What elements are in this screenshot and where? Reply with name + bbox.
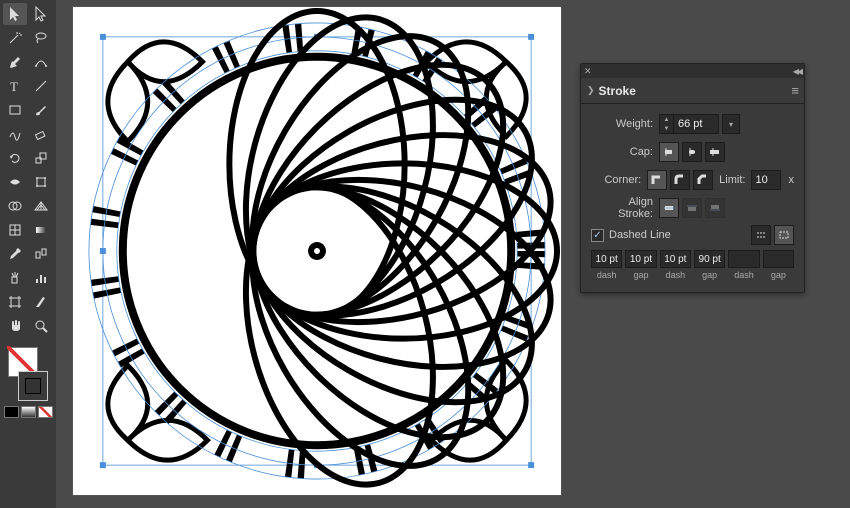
dashed-line-label: Dashed Line [609,229,671,241]
color-mode[interactable] [4,406,19,418]
free-transform-tool[interactable] [29,171,53,193]
gradient-mode[interactable] [21,406,36,418]
symbol-sprayer-tool[interactable] [3,267,27,289]
selection-tool[interactable] [3,3,27,25]
tools-panel: T [0,0,56,508]
weight-stepper[interactable]: ▲▼ 66 pt [659,114,719,134]
zoom-tool[interactable] [29,315,53,337]
shape-builder-tool[interactable] [3,195,27,217]
dash-2-input[interactable]: 10 pt [660,250,691,268]
column-graph-tool[interactable] [29,267,53,289]
mesh-tool[interactable] [3,219,27,241]
panel-title: Stroke [599,84,636,98]
weight-dropdown[interactable]: ▾ [722,114,740,134]
cap-projecting-button[interactable] [705,142,725,162]
panel-menu-icon[interactable]: ≡ [791,83,798,98]
stroke-panel: ✕ ◀◀ ❯ Stroke ≡ Weight: ▲▼ 66 pt ▾ Cap: … [580,63,805,293]
curvature-tool[interactable] [29,51,53,73]
align-stroke-center-button[interactable] [659,198,679,218]
miter-limit-input[interactable]: 10 [751,170,780,190]
none-mode[interactable] [38,406,53,418]
limit-label: Limit: [713,174,745,186]
dash-align-corners-button[interactable] [774,225,794,245]
dash-3-input[interactable] [728,250,759,268]
gradient-tool[interactable] [29,219,53,241]
slice-tool[interactable] [29,291,53,313]
corner-round-button[interactable] [670,170,690,190]
cap-label: Cap: [591,146,659,158]
type-tool[interactable]: T [3,75,27,97]
fill-stroke-indicator[interactable] [6,345,50,403]
paintbrush-tool[interactable] [29,99,53,121]
blend-tool[interactable] [29,243,53,265]
pen-tool[interactable] [3,51,27,73]
artwork [73,7,561,495]
corner-miter-button[interactable] [647,170,667,190]
magic-wand-tool[interactable] [3,27,27,49]
align-stroke-inside-button [682,198,702,218]
stroke-swatch[interactable] [18,371,48,401]
artboard-tool[interactable] [3,291,27,313]
line-segment-tool[interactable] [29,75,53,97]
lasso-tool[interactable] [29,27,53,49]
gap-3-input[interactable] [763,250,794,268]
rotate-tool[interactable] [3,147,27,169]
width-tool[interactable] [3,171,27,193]
align-stroke-outside-button [705,198,725,218]
direct-selection-tool[interactable] [29,3,53,25]
panel-collapse-chevron[interactable]: ❯ [587,85,595,96]
hand-tool[interactable] [3,315,27,337]
weight-value[interactable]: 66 pt [674,118,718,130]
perspective-grid-tool[interactable] [29,195,53,217]
corner-label: Corner: [591,174,647,186]
shaper-tool[interactable] [3,123,27,145]
dash-1-input[interactable]: 10 pt [591,250,622,268]
canvas[interactable] [72,6,562,496]
cap-butt-button[interactable] [659,142,679,162]
panel-close-icon[interactable]: ✕ [584,66,592,77]
rectangle-tool[interactable] [3,99,27,121]
limit-suffix: x [789,174,795,186]
gap-1-input[interactable]: 10 pt [625,250,656,268]
gap-2-input[interactable]: 90 pt [694,250,725,268]
eyedropper-tool[interactable] [3,243,27,265]
dashed-line-checkbox[interactable]: ✓ [591,229,604,242]
svg-text:T: T [10,79,18,94]
panel-collapse-icon[interactable]: ◀◀ [793,67,801,76]
dash-preserve-button[interactable] [751,225,771,245]
weight-label: Weight: [591,118,659,130]
scale-tool[interactable] [29,147,53,169]
corner-bevel-button[interactable] [693,170,713,190]
eraser-tool[interactable] [29,123,53,145]
cap-round-button[interactable] [682,142,702,162]
align-stroke-label: Align Stroke: [591,196,659,220]
